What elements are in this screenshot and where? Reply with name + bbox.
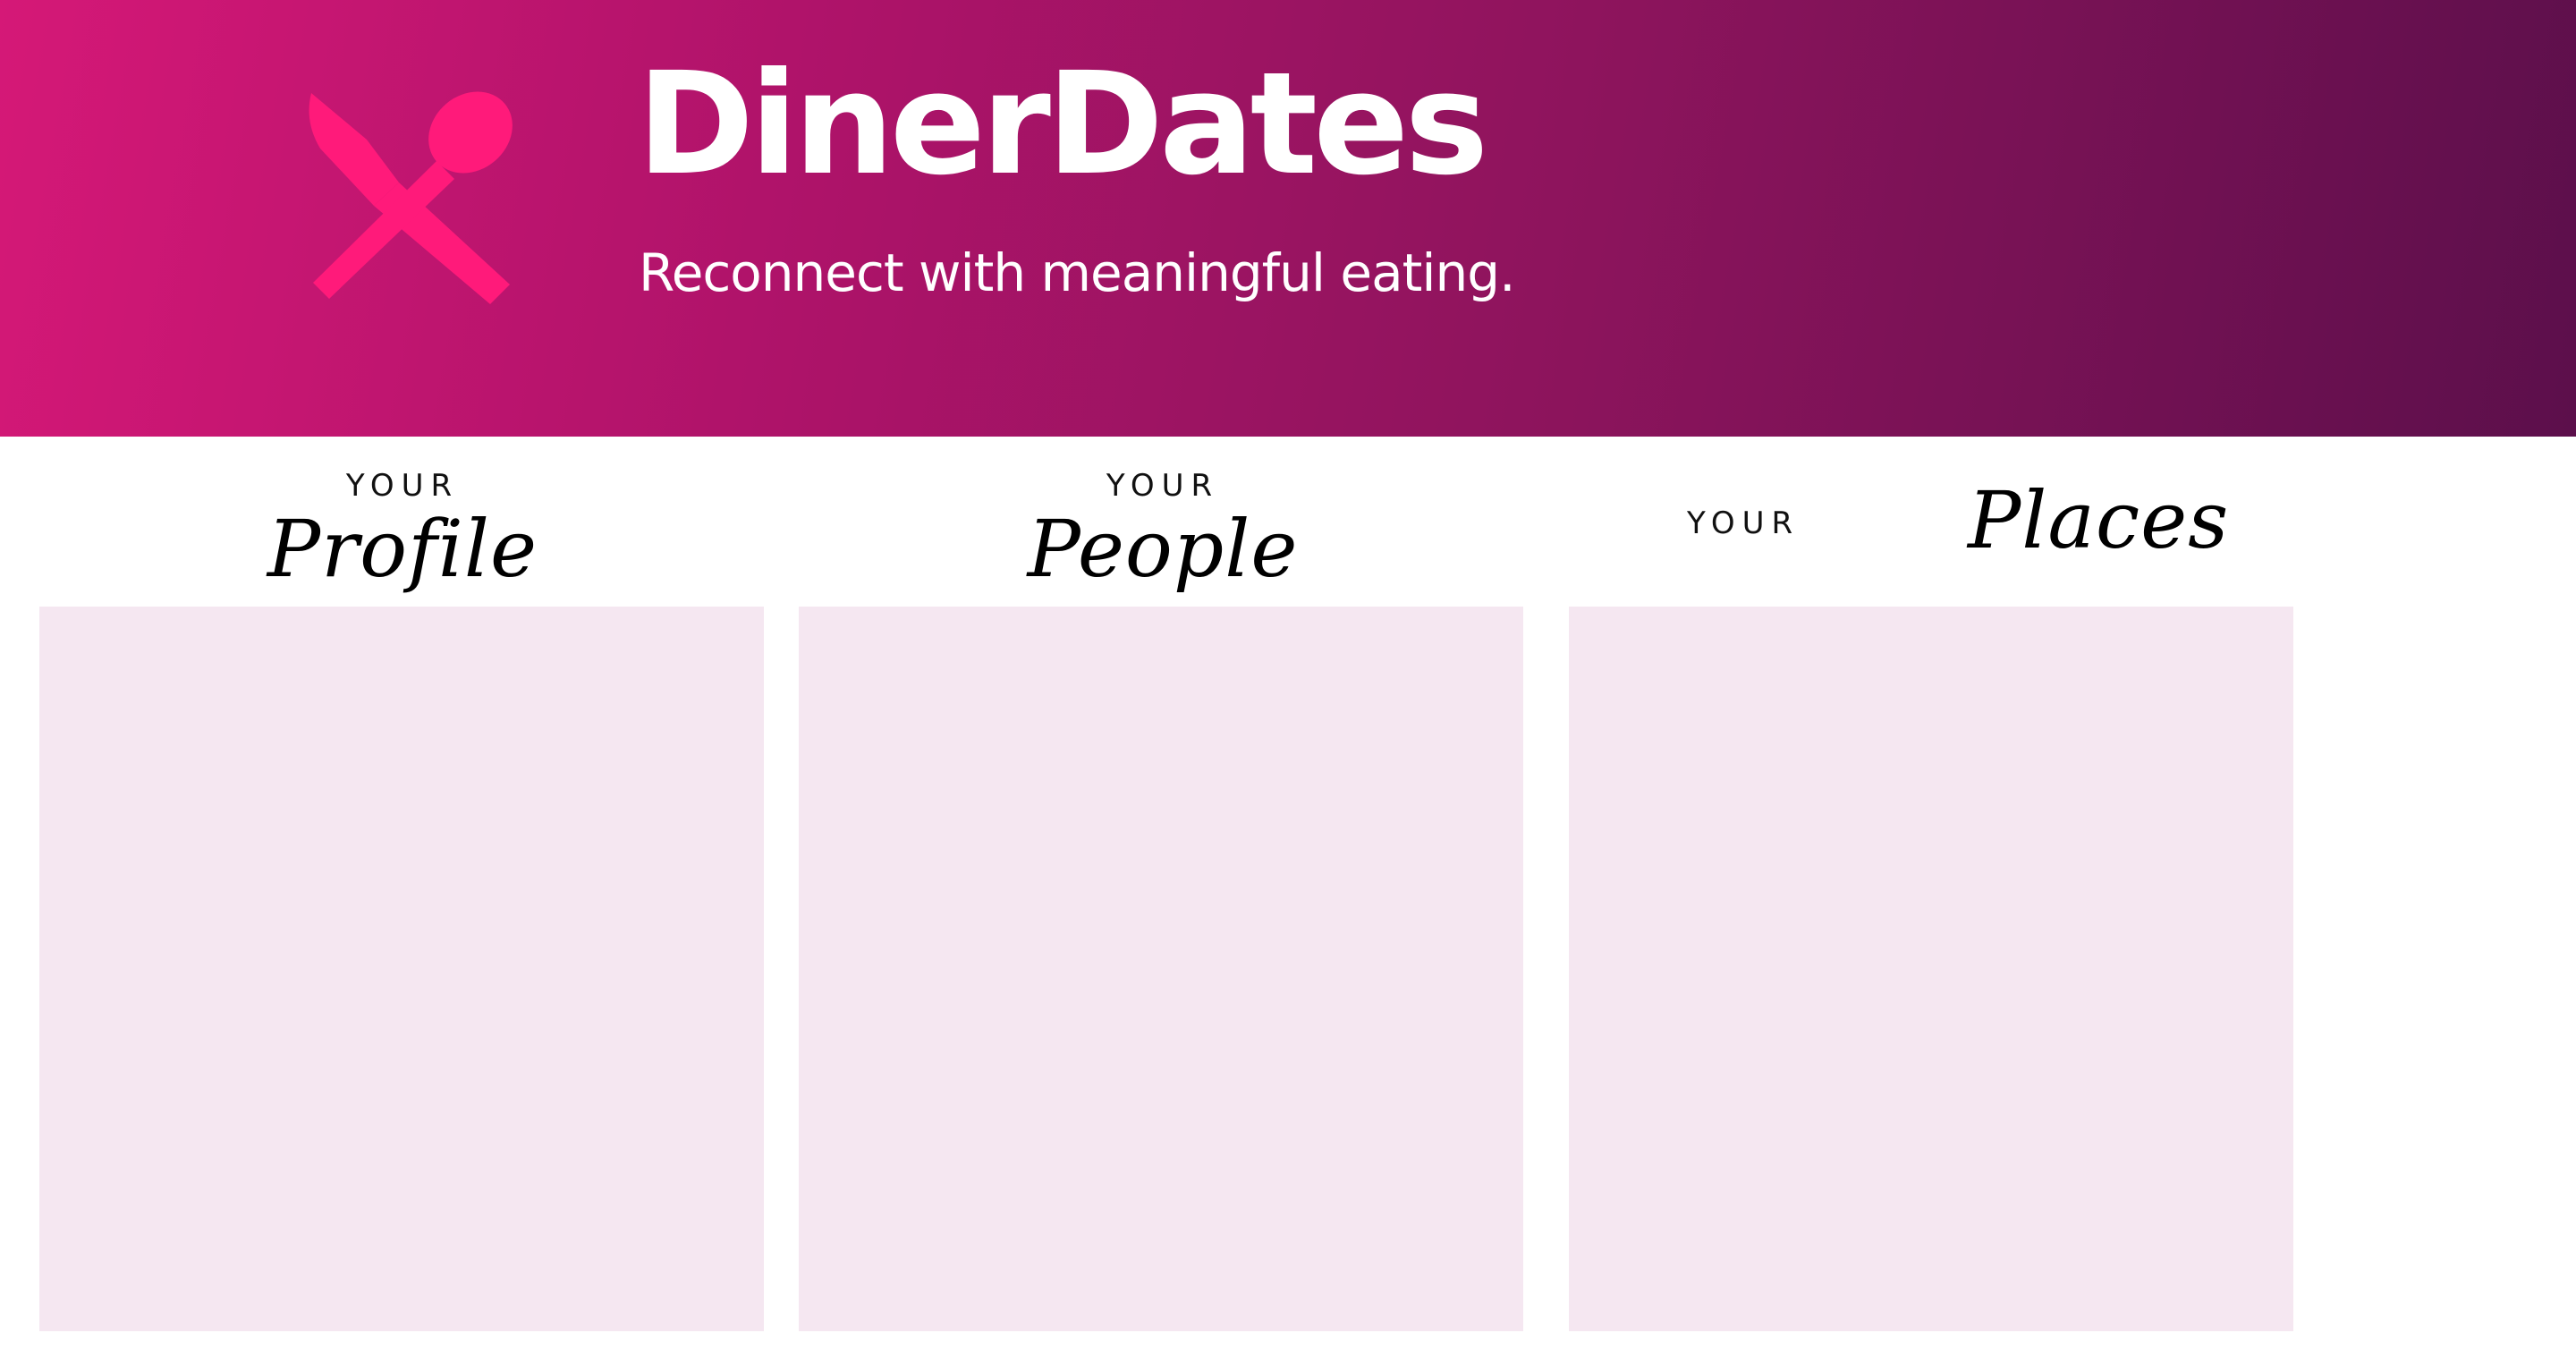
section-prefix: YOUR bbox=[345, 468, 460, 504]
places-panel[interactable] bbox=[1569, 607, 2293, 1331]
section-title: Profile bbox=[267, 503, 538, 595]
section-heading-profile: YOUR Profile bbox=[242, 471, 564, 589]
section-prefix: YOUR bbox=[1106, 468, 1220, 504]
people-panel[interactable] bbox=[799, 607, 1523, 1331]
section-heading-people: YOUR People bbox=[1002, 471, 1324, 589]
app-tagline: Reconnect with meaningful eating. bbox=[639, 242, 1516, 303]
section-title-places: Places bbox=[1968, 474, 2230, 566]
profile-panel[interactable] bbox=[39, 607, 764, 1331]
fork-spoon-icon bbox=[309, 91, 513, 304]
app-title: DinerDates bbox=[637, 42, 1488, 207]
app-header: DinerDates Reconnect with meaningful eat… bbox=[0, 0, 2576, 437]
section-title: People bbox=[1027, 503, 1299, 595]
section-prefix-places: YOUR bbox=[1687, 505, 1801, 541]
